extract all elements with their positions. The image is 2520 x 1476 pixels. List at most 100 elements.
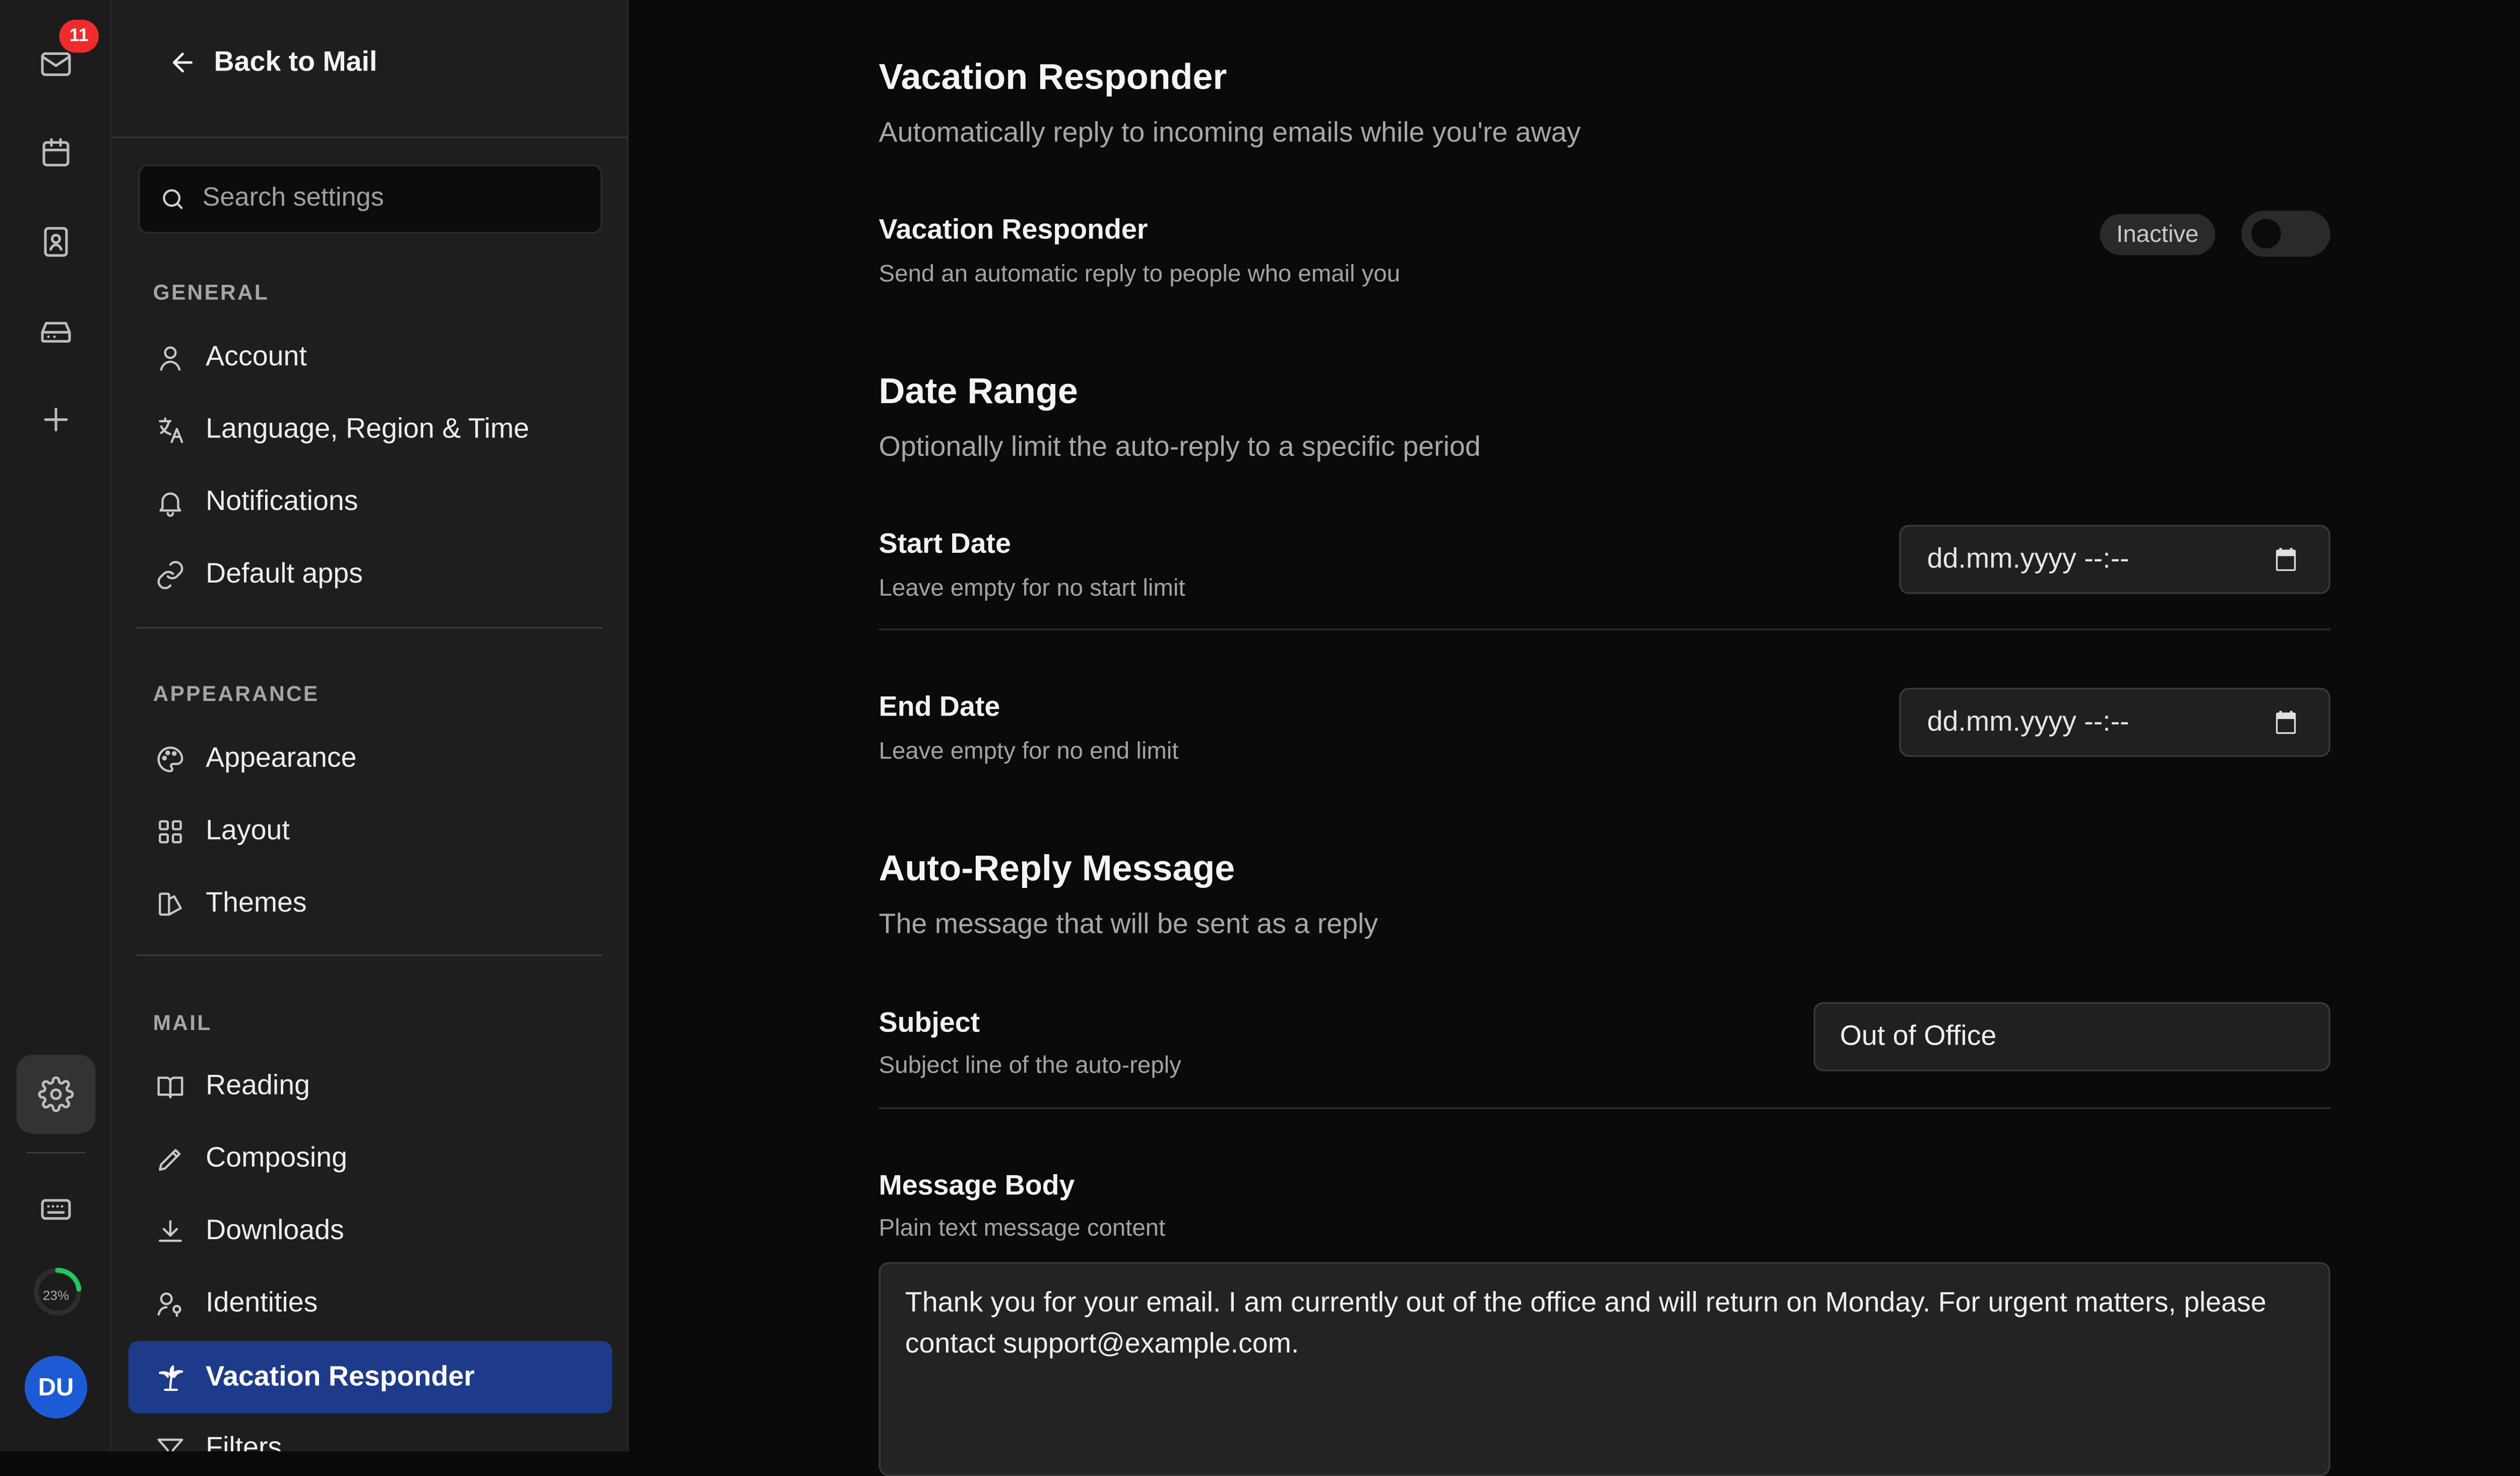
sidebar-item-language[interactable]: Language, Region & Time	[129, 393, 612, 466]
sidebar-item-vacation-responder[interactable]: Vacation Responder	[128, 1341, 612, 1414]
filter-icon	[157, 1438, 183, 1451]
calendar-button[interactable]	[17, 113, 96, 192]
inbox-button[interactable]	[17, 291, 96, 370]
back-to-mail-link[interactable]: Back to Mail	[168, 46, 377, 79]
add-button[interactable]	[17, 380, 96, 459]
date-range-title: Date Range	[878, 370, 1078, 412]
contacts-icon	[44, 227, 68, 257]
swatch-icon	[159, 891, 182, 915]
sidebar-item-account[interactable]: Account	[129, 321, 612, 394]
palette-icon	[157, 745, 183, 772]
toggle-knob	[2251, 219, 2281, 249]
plus-icon	[44, 408, 68, 432]
sidebar-item-composing[interactable]: Composing	[129, 1122, 612, 1195]
message-body-desc: Plain text message content	[878, 1216, 1166, 1243]
row-divider	[878, 628, 2330, 630]
sidebar-item-label: Themes	[206, 886, 307, 919]
vacation-toggle[interactable]	[2241, 210, 2330, 257]
vacation-toggle-label: Vacation Responder	[878, 214, 1148, 245]
sidebar-item-filters[interactable]: Filters	[129, 1412, 612, 1451]
contacts-button[interactable]	[17, 203, 96, 282]
sidebar-item-downloads[interactable]: Downloads	[129, 1195, 612, 1267]
sidebar-section-divider	[137, 627, 603, 629]
avatar[interactable]: DU	[24, 1356, 88, 1419]
sidebar-item-label: Downloads	[206, 1214, 344, 1246]
pen-icon	[159, 1148, 181, 1170]
end-date-input[interactable]: dd.mm.yyyy --:--	[1899, 687, 2330, 757]
app-rail: 11 23% DU	[0, 0, 112, 1451]
sidebar-item-label: Appearance	[206, 742, 357, 774]
message-body-textarea[interactable]: Thank you for your email. I am currently…	[878, 1262, 2330, 1476]
mail-icon	[41, 52, 71, 76]
settings-sidebar: Back to Mail GENERAL Account Language, R…	[112, 0, 629, 1451]
sidebar-item-layout[interactable]: Layout	[129, 795, 612, 867]
mail-unread-badge: 11	[59, 20, 99, 53]
start-date-label: Start Date	[878, 528, 1011, 560]
page-title: Vacation Responder	[878, 56, 1227, 97]
end-date-value: dd.mm.yyyy --:--	[1927, 705, 2129, 737]
sidebar-item-default-apps[interactable]: Default apps	[129, 538, 612, 611]
back-to-mail-label: Back to Mail	[214, 46, 377, 78]
subject-desc: Subject line of the auto-reply	[878, 1053, 1181, 1080]
sidebar-section-divider	[137, 954, 603, 956]
start-date-value: dd.mm.yyyy --:--	[1927, 543, 2129, 574]
sidebar-item-label: Filters	[206, 1431, 282, 1451]
user-icon	[160, 345, 181, 370]
sidebar-item-identities[interactable]: Identities	[129, 1267, 612, 1339]
sidebar-item-label: Reading	[206, 1069, 310, 1101]
auto-reply-title: Auto-Reply Message	[878, 847, 1235, 889]
subject-label: Subject	[878, 1007, 980, 1039]
sidebar-item-label: Layout	[206, 814, 290, 846]
arrow-left-icon	[172, 52, 193, 73]
end-date-desc: Leave empty for no end limit	[878, 739, 1179, 765]
status-badge: Inactive	[2100, 214, 2216, 255]
end-date-label: End Date	[878, 691, 1000, 723]
sidebar-item-appearance[interactable]: Appearance	[129, 722, 612, 795]
storage-progress-label: 23%	[42, 1288, 70, 1304]
vacation-toggle-desc: Send an automatic reply to people who em…	[878, 262, 1401, 288]
row-divider	[878, 1107, 2330, 1109]
keyboard-icon	[41, 1199, 71, 1220]
page-subtitle: Automatically reply to incoming emails w…	[878, 116, 1581, 148]
calendar-icon[interactable]	[2273, 546, 2299, 572]
translate-icon	[159, 416, 183, 442]
sidebar-item-themes[interactable]: Themes	[129, 867, 612, 940]
sidebar-item-reading[interactable]: Reading	[129, 1050, 612, 1122]
user-key-icon	[157, 1292, 181, 1316]
settings-search[interactable]	[138, 164, 603, 234]
sidebar-divider	[112, 137, 627, 139]
sidebar-item-label: Account	[206, 340, 307, 372]
keyboard-shortcuts-button[interactable]	[17, 1170, 96, 1249]
link-icon	[157, 560, 183, 589]
sidebar-item-label: Vacation Responder	[206, 1361, 475, 1392]
settings-main: Vacation Responder Automatically reply t…	[628, 0, 2520, 1476]
rail-divider	[26, 1151, 86, 1153]
search-icon	[163, 189, 183, 209]
sidebar-item-notifications[interactable]: Notifications	[129, 466, 612, 538]
sidebar-item-label: Language, Region & Time	[206, 413, 530, 444]
bell-icon	[159, 491, 181, 516]
inbox-icon	[41, 322, 71, 343]
palm-tree-icon	[159, 1364, 183, 1390]
subject-input[interactable]: Out of Office	[1813, 1002, 2330, 1071]
section-label-appearance: APPEARANCE	[153, 681, 320, 706]
start-date-desc: Leave empty for no start limit	[878, 575, 1185, 603]
start-date-input[interactable]: dd.mm.yyyy --:--	[1899, 525, 2330, 594]
section-label-general: GENERAL	[153, 280, 270, 305]
date-range-subtitle: Optionally limit the auto-reply to a spe…	[878, 431, 1481, 463]
search-input[interactable]	[202, 184, 564, 214]
settings-button[interactable]	[16, 1055, 96, 1134]
sidebar-item-label: Composing	[206, 1142, 347, 1174]
grid-icon	[159, 819, 182, 843]
sidebar-item-label: Notifications	[206, 485, 358, 517]
section-label-mail: MAIL	[153, 1010, 212, 1035]
calendar-icon[interactable]	[2273, 709, 2299, 735]
sidebar-item-label: Identities	[206, 1287, 318, 1318]
auto-reply-subtitle: The message that will be sent as a reply	[878, 908, 1378, 940]
calendar-icon	[42, 138, 70, 167]
sidebar-item-label: Default apps	[206, 557, 363, 589]
book-icon	[157, 1075, 183, 1098]
gear-icon	[38, 1076, 74, 1112]
download-icon	[159, 1219, 182, 1241]
message-body-label: Message Body	[878, 1170, 1075, 1201]
